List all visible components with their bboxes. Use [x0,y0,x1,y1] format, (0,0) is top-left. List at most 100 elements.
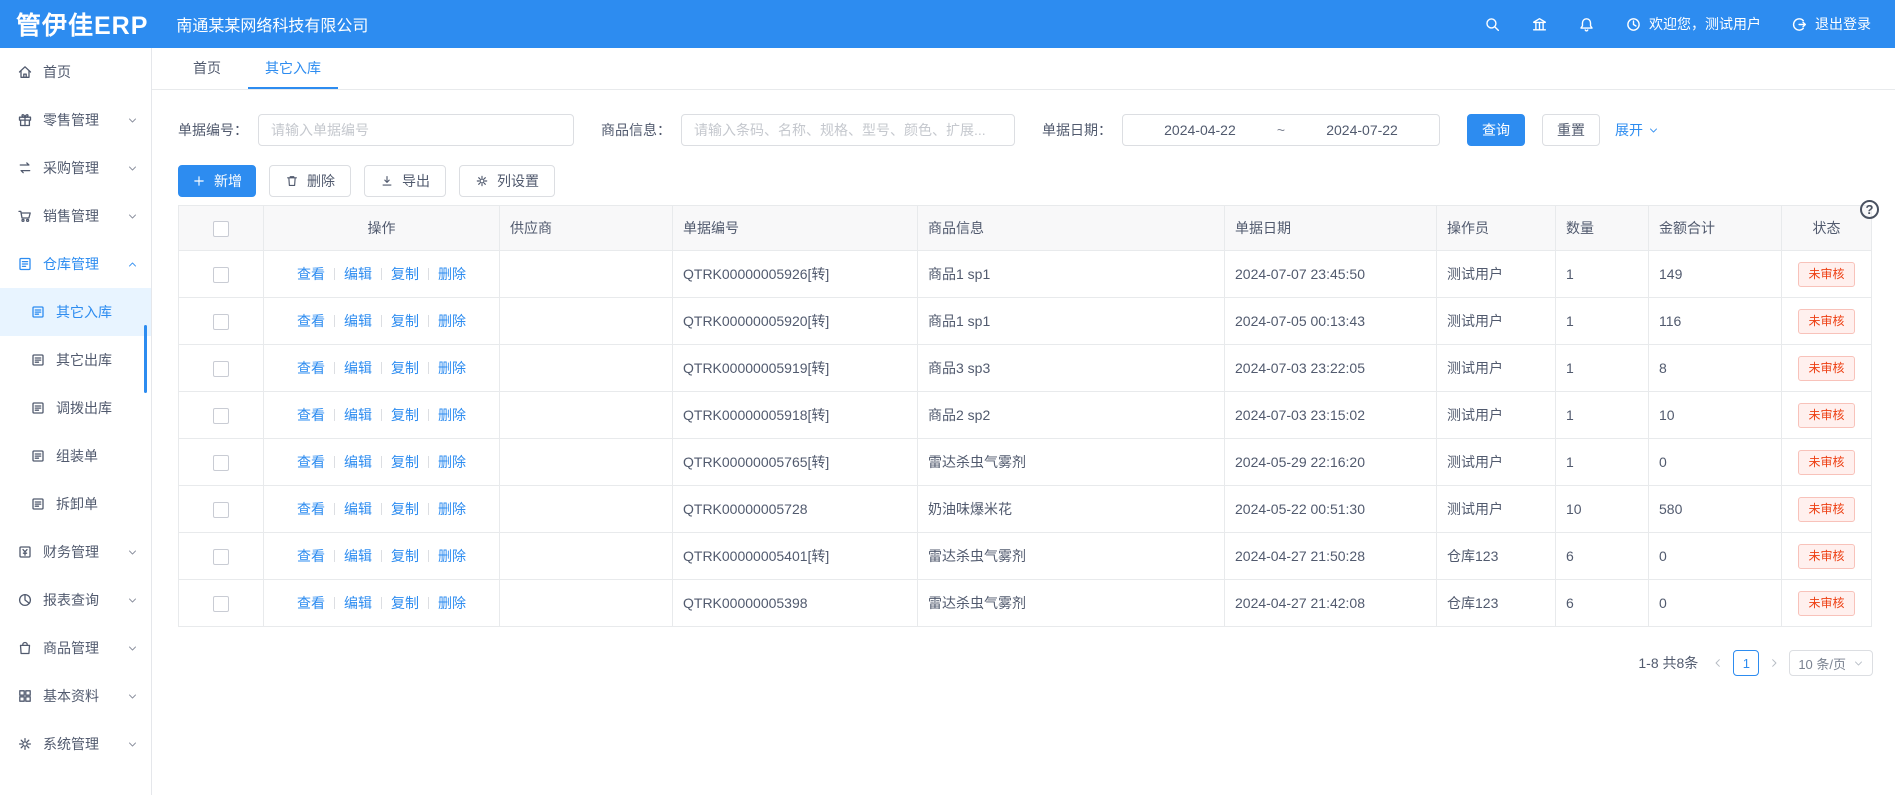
notifications-button[interactable] [1578,16,1595,33]
sidebar-item-home[interactable]: 首页 [0,48,151,96]
edit-link[interactable]: 编辑 [344,313,372,329]
row-checkbox[interactable] [213,502,229,518]
status-badge: 未审核 [1798,403,1854,428]
edit-link[interactable]: 编辑 [344,266,372,282]
delete-link[interactable]: 删除 [438,595,466,611]
copy-link[interactable]: 复制 [391,548,419,564]
action-separator [381,315,382,327]
delete-link[interactable]: 删除 [438,454,466,470]
edit-link[interactable]: 编辑 [344,407,372,423]
row-checkbox[interactable] [213,596,229,612]
sidebar-item-retail[interactable]: 零售管理 [0,96,151,144]
row-checkbox[interactable] [213,549,229,565]
date-separator: ~ [1277,122,1285,138]
view-link[interactable]: 查看 [297,454,325,470]
chevron-down-icon [127,163,138,174]
edit-link[interactable]: 编辑 [344,548,372,564]
export-button[interactable]: 导出 [364,165,446,197]
cell-amount: 10 [1649,392,1782,439]
logout-button[interactable]: 退出登录 [1791,14,1871,34]
table-row: 查看编辑复制删除QTRK00000005401[转]雷达杀虫气雾剂2024-04… [179,533,1872,580]
row-select-cell [179,345,264,392]
sidebar-item-other-inbound[interactable]: 其它入库 [0,288,151,336]
row-checkbox[interactable] [213,267,229,283]
product-info-input[interactable] [681,114,1015,146]
copy-link[interactable]: 复制 [391,360,419,376]
reset-button[interactable]: 重置 [1542,114,1600,146]
sidebar-item-assembly[interactable]: 组装单 [0,432,151,480]
sidebar-item-system[interactable]: 系统管理 [0,720,151,768]
home-icon [17,64,33,80]
delete-link[interactable]: 删除 [438,313,466,329]
copy-link[interactable]: 复制 [391,407,419,423]
bill-no-input[interactable] [258,114,574,146]
view-link[interactable]: 查看 [297,313,325,329]
view-link[interactable]: 查看 [297,407,325,423]
copy-link[interactable]: 复制 [391,454,419,470]
next-page-button[interactable] [1768,657,1780,669]
copy-link[interactable]: 复制 [391,313,419,329]
sidebar-scrollbar-thumb[interactable] [144,325,147,393]
row-checkbox[interactable] [213,314,229,330]
page-number-button[interactable]: 1 [1733,650,1759,676]
sidebar-item-other-outbound[interactable]: 其它出库 [0,336,151,384]
edit-link[interactable]: 编辑 [344,454,372,470]
expand-filters-link[interactable]: 展开 [1615,120,1659,140]
row-select-cell [179,580,264,627]
sidebar-item-label: 组装单 [56,446,98,466]
swap-icon [17,160,33,176]
edit-link[interactable]: 编辑 [344,595,372,611]
search-button[interactable] [1484,16,1501,33]
search-submit-button[interactable]: 查询 [1467,114,1525,146]
row-checkbox[interactable] [213,361,229,377]
sidebar-item-purchase[interactable]: 采购管理 [0,144,151,192]
sidebar-item-finance[interactable]: 财务管理 [0,528,151,576]
column-settings-button[interactable]: 列设置 [459,165,555,197]
cell-status: 未审核 [1782,439,1872,486]
prev-page-button[interactable] [1712,657,1724,669]
tab-other-inbound[interactable]: 其它入库 [248,48,338,89]
organization-button[interactable] [1531,16,1548,33]
sidebar-item-reports[interactable]: 报表查询 [0,576,151,624]
delete-button[interactable]: 删除 [269,165,351,197]
select-all-checkbox[interactable] [213,221,229,237]
sidebar-item-basic-data[interactable]: 基本资料 [0,672,151,720]
logout-icon [1791,16,1808,33]
copy-link[interactable]: 复制 [391,501,419,517]
view-link[interactable]: 查看 [297,595,325,611]
edit-link[interactable]: 编辑 [344,501,372,517]
delete-link[interactable]: 删除 [438,548,466,564]
sidebar-item-warehouse[interactable]: 仓库管理 [0,240,151,288]
row-checkbox[interactable] [213,408,229,424]
edit-link[interactable]: 编辑 [344,360,372,376]
view-link[interactable]: 查看 [297,548,325,564]
user-welcome[interactable]: 欢迎您，测试用户 [1625,14,1761,34]
page-size-select[interactable]: 10 条/页 [1789,650,1873,676]
delete-link[interactable]: 删除 [438,501,466,517]
help-icon[interactable]: ? [1860,200,1879,219]
sidebar-item-sales[interactable]: 销售管理 [0,192,151,240]
cell-bill-no: QTRK00000005919[转] [673,345,918,392]
delete-link[interactable]: 删除 [438,407,466,423]
form-icon [30,352,46,368]
delete-link[interactable]: 删除 [438,360,466,376]
cell-bill-no: QTRK00000005926[转] [673,251,918,298]
copy-link[interactable]: 复制 [391,595,419,611]
sidebar-item-transfer-outbound[interactable]: 调拨出库 [0,384,151,432]
row-checkbox[interactable] [213,455,229,471]
view-link[interactable]: 查看 [297,501,325,517]
date-range-input[interactable]: 2024-04-22 ~ 2024-07-22 [1122,114,1440,146]
chevron-down-icon [127,595,138,606]
delete-link[interactable]: 删除 [438,266,466,282]
copy-link[interactable]: 复制 [391,266,419,282]
view-link[interactable]: 查看 [297,266,325,282]
column-header-operator: 操作员 [1437,206,1556,251]
clock-icon [1625,16,1642,33]
sidebar-item-products[interactable]: 商品管理 [0,624,151,672]
sidebar-item-disassembly[interactable]: 拆卸单 [0,480,151,528]
cell-operator: 测试用户 [1437,251,1556,298]
tab-home[interactable]: 首页 [176,48,238,89]
view-link[interactable]: 查看 [297,360,325,376]
sidebar-item-label: 其它入库 [56,302,112,322]
add-button[interactable]: 新增 [178,165,256,197]
